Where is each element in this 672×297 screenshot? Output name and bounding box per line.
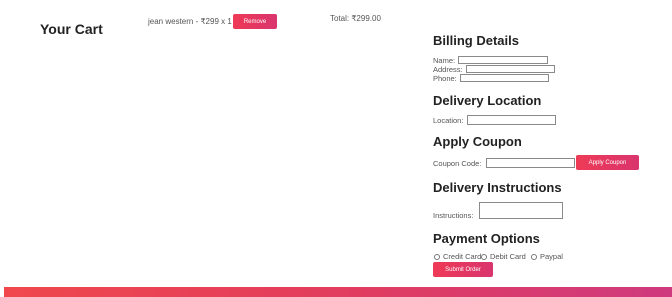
credit-card-label: Credit Card [443,252,482,261]
coupon-code-field[interactable] [486,158,575,168]
footer-bar [4,287,672,297]
location-field[interactable] [467,115,556,125]
submit-order-button[interactable]: Submit Order [433,262,493,277]
debit-card-radio[interactable] [481,254,487,260]
phone-label: Phone: [433,74,457,83]
cart-title: Your Cart [40,21,103,37]
payment-heading: Payment Options [433,231,540,246]
billing-heading: Billing Details [433,33,519,48]
name-label: Name: [433,56,456,65]
address-field[interactable] [466,65,555,73]
cart-item-text: jean western - ₹299 x 1 [148,17,232,26]
paypal-label: Paypal [540,252,563,261]
debit-card-label: Debit Card [490,252,526,261]
paypal-radio[interactable] [531,254,537,260]
remove-button[interactable]: Remove [233,14,277,29]
phone-field[interactable] [460,74,549,82]
instructions-field[interactable] [479,202,563,219]
credit-card-radio[interactable] [434,254,440,260]
location-label: Location: [433,116,464,125]
instructions-heading: Delivery Instructions [433,180,562,195]
name-field[interactable] [458,56,548,64]
coupon-code-label: Coupon Code: [433,159,482,168]
address-label: Address: [433,65,463,74]
delivery-location-heading: Delivery Location [433,93,542,108]
cart-total: Total: ₹299.00 [330,14,381,23]
coupon-heading: Apply Coupon [433,134,522,149]
apply-coupon-button[interactable]: Apply Coupon [576,155,639,170]
instructions-label: Instructions: [433,211,474,220]
